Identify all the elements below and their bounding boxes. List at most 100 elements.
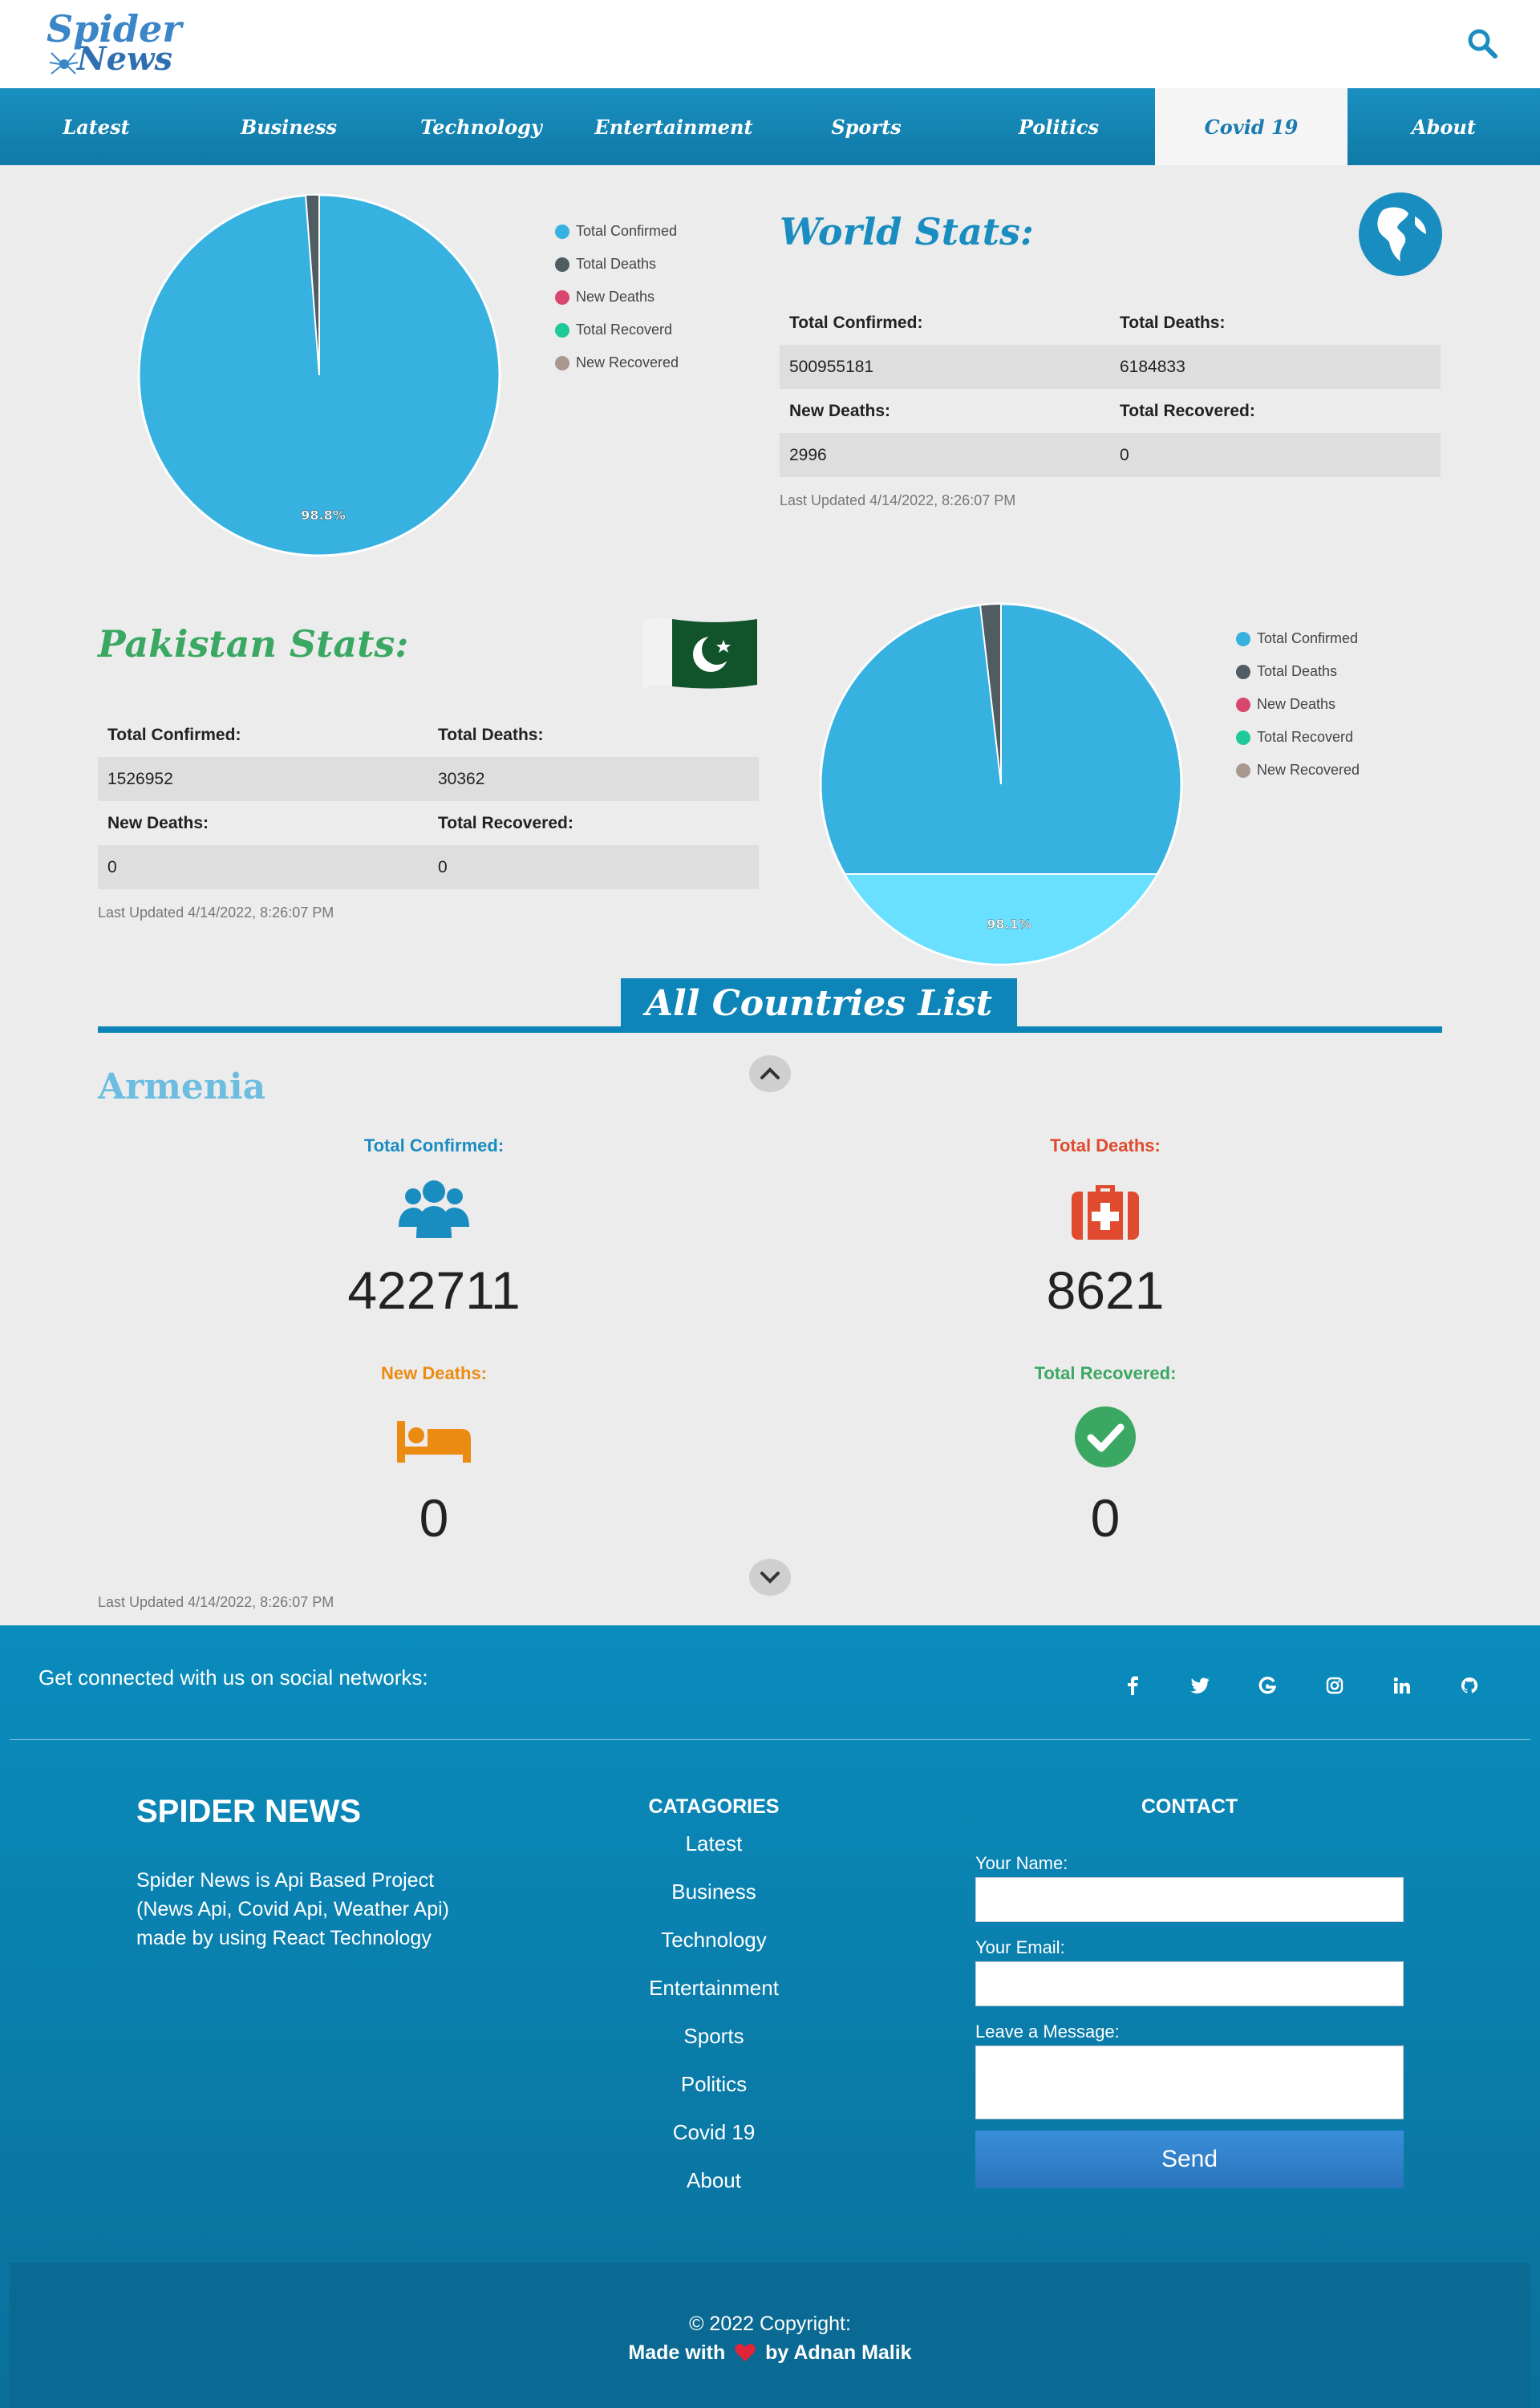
scroll-down-button[interactable] <box>749 1559 791 1596</box>
medkit-icon <box>1072 1185 1139 1240</box>
world-total-recovered-value: 0 <box>1120 445 1129 464</box>
world-total-confirmed-label: Total Confirmed: <box>789 313 923 332</box>
total-deaths-value: 8621 <box>1046 1261 1165 1320</box>
legend-item[interactable]: New Recovered <box>1236 754 1360 787</box>
heart-icon <box>735 2344 756 2361</box>
legend-item[interactable]: Total Recoverd <box>1236 721 1360 754</box>
linkedin-icon[interactable] <box>1368 1673 1436 1698</box>
nav-politics[interactable]: Politics <box>962 88 1155 165</box>
world-total-confirmed-value: 500955181 <box>789 357 874 376</box>
footer-link-about[interactable]: About <box>594 2166 834 2214</box>
new-deaths-value: 0 <box>419 1488 449 1548</box>
world-pie-chart: 98.8% <box>137 193 501 557</box>
footer-link-latest[interactable]: Latest <box>594 1829 834 1877</box>
author-label: by Adnan Malik <box>765 2341 912 2364</box>
instagram-icon[interactable] <box>1301 1673 1368 1698</box>
legend-dot-icon <box>1236 730 1250 745</box>
pakistan-stats-table: Total Confirmed: Total Deaths: 1526952 3… <box>98 713 759 889</box>
pakistan-pie-label: 98.1% <box>987 917 1031 932</box>
message-label: Leave a Message: <box>975 2022 1120 2042</box>
total-confirmed-value: 422711 <box>347 1261 521 1320</box>
pakistan-flag-icon <box>643 617 757 689</box>
footer-brand-description: Spider News is Api Based Project (News A… <box>136 1869 449 1949</box>
chevron-down-icon <box>760 1572 780 1584</box>
bed-icon <box>397 1421 471 1463</box>
send-button[interactable]: Send <box>975 2131 1404 2188</box>
world-new-deaths-value: 2996 <box>789 445 827 464</box>
social-networks-text: Get connected with us on social networks… <box>38 1665 428 1690</box>
pakistan-total-recovered-value: 0 <box>438 857 448 876</box>
legend-item[interactable]: Total Recoverd <box>555 314 679 346</box>
legend-dot-icon <box>1236 763 1250 778</box>
logo-text-bottom: News <box>77 40 172 78</box>
legend-dot-icon <box>1236 631 1250 646</box>
nav-sports[interactable]: Sports <box>770 88 962 165</box>
legend-dot-icon <box>555 224 569 239</box>
users-icon <box>399 1180 469 1238</box>
name-field[interactable] <box>975 1877 1404 1922</box>
legend-item[interactable]: New Deaths <box>1236 688 1360 721</box>
country-name: Armenia <box>98 1066 266 1107</box>
facebook-icon[interactable] <box>1099 1673 1166 1698</box>
footer-link-politics[interactable]: Politics <box>594 2070 834 2118</box>
nav-latest[interactable]: Latest <box>0 88 192 165</box>
made-with-label: Made with <box>628 2341 726 2364</box>
site-logo[interactable]: Spider News <box>45 10 182 79</box>
legend-dot-icon <box>555 289 569 305</box>
search-icon[interactable] <box>1466 27 1498 59</box>
nav-covid19[interactable]: Covid 19 <box>1155 88 1348 165</box>
nav-technology[interactable]: Technology <box>385 88 578 165</box>
pakistan-stats-title: Pakistan Stats: <box>98 622 409 666</box>
copyright-text: © 2022 Copyright: <box>689 2313 851 2335</box>
total-confirmed-label: Total Confirmed: <box>363 1135 505 1155</box>
footer-link-technology[interactable]: Technology <box>594 1925 834 1973</box>
world-legend: Total Confirmed Total Deaths New Deaths … <box>555 215 679 379</box>
scroll-up-button[interactable] <box>749 1055 791 1092</box>
copyright-bar: © 2022 Copyright: Made with by Adnan Mal… <box>10 2263 1530 2408</box>
pakistan-last-updated: Last Updated 4/14/2022, 8:26:07 PM <box>98 905 334 921</box>
world-total-recovered-label: Total Recovered: <box>1120 401 1255 420</box>
contact-title: CONTACT <box>1141 1795 1238 1818</box>
total-deaths-label: Total Deaths: <box>1050 1135 1161 1155</box>
footer-link-business[interactable]: Business <box>594 1877 834 1925</box>
github-icon[interactable] <box>1436 1673 1503 1698</box>
legend-item[interactable]: New Recovered <box>555 346 679 379</box>
email-label: Your Email: <box>975 1937 1065 1957</box>
footer-link-covid19[interactable]: Covid 19 <box>594 2118 834 2166</box>
country-total-confirmed: Total Confirmed: 422711 <box>233 1135 634 1322</box>
new-deaths-label: New Deaths: <box>380 1363 488 1383</box>
countries-list-title: All Countries List <box>621 978 1017 1028</box>
countries-section-header: All Countries List <box>98 978 1442 1034</box>
pakistan-total-deaths-label: Total Deaths: <box>438 725 544 744</box>
footer-link-sports[interactable]: Sports <box>594 2022 834 2070</box>
legend-dot-icon <box>1236 697 1250 712</box>
legend-item[interactable]: Total Deaths <box>1236 655 1360 688</box>
spider-logo-icon <box>49 52 79 75</box>
pakistan-new-deaths-label: New Deaths: <box>107 813 209 832</box>
google-icon[interactable] <box>1234 1673 1301 1698</box>
nav-about[interactable]: About <box>1348 88 1540 165</box>
twitter-icon[interactable] <box>1166 1673 1234 1698</box>
pakistan-new-deaths-value: 0 <box>107 857 117 876</box>
footer-link-entertainment[interactable]: Entertainment <box>594 1973 834 2022</box>
footer-divider <box>10 1739 1530 1740</box>
globe-icon <box>1359 192 1442 276</box>
world-pie-label: 98.8% <box>301 508 346 523</box>
message-field[interactable] <box>975 2046 1404 2119</box>
legend-item[interactable]: Total Confirmed <box>1236 622 1360 655</box>
legend-item[interactable]: Total Deaths <box>555 248 679 281</box>
world-stats-table: Total Confirmed: Total Deaths: 500955181… <box>780 301 1441 477</box>
country-last-updated: Last Updated 4/14/2022, 8:26:07 PM <box>98 1594 334 1610</box>
country-total-recovered: Total Recovered: 0 <box>905 1363 1306 1550</box>
pakistan-legend: Total Confirmed Total Deaths New Deaths … <box>1236 622 1360 787</box>
site-footer: Get connected with us on social networks… <box>0 1625 1540 2408</box>
nav-business[interactable]: Business <box>192 88 385 165</box>
world-total-deaths-label: Total Deaths: <box>1120 313 1226 332</box>
email-field[interactable] <box>975 1961 1404 2006</box>
world-new-deaths-label: New Deaths: <box>789 401 891 420</box>
nav-entertainment[interactable]: Entertainment <box>578 88 770 165</box>
legend-item[interactable]: Total Confirmed <box>555 215 679 248</box>
legend-item[interactable]: New Deaths <box>555 281 679 314</box>
social-icons <box>1099 1673 1503 1698</box>
pakistan-total-deaths-value: 30362 <box>438 769 485 788</box>
